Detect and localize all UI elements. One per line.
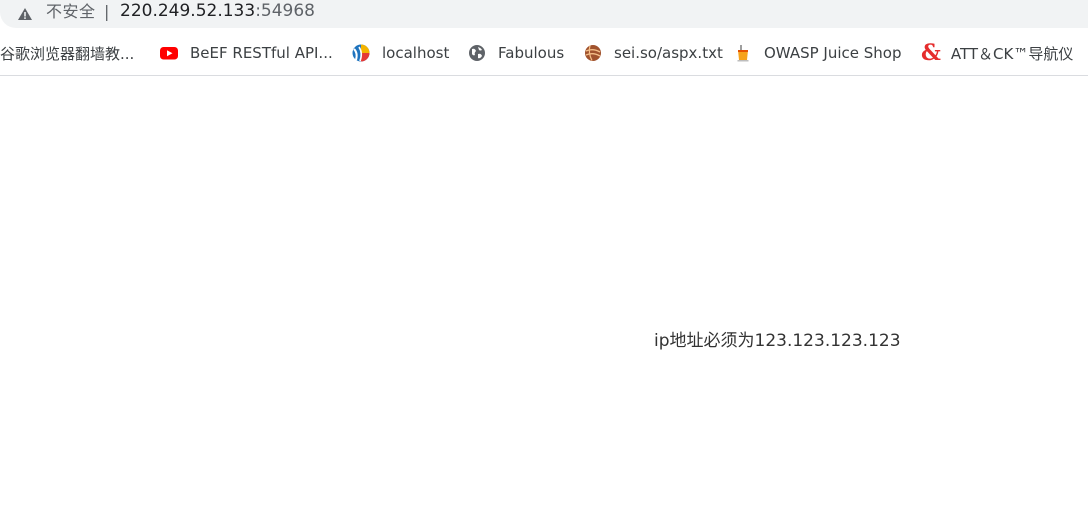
- youtube-icon: [160, 44, 178, 62]
- bookmark-label: sei.so/aspx.txt: [614, 44, 723, 62]
- address-separator: |: [104, 2, 110, 21]
- url-host: 220.249.52.133: [120, 1, 256, 21]
- address-bar[interactable]: 不安全 | 220.249.52.133:54968: [0, 0, 1088, 28]
- bookmark-label: 谷歌浏览器翻墙教...: [0, 44, 135, 63]
- bookmark-label: BeEF RESTful API...: [190, 44, 333, 62]
- bookmark-label: OWASP Juice Shop: [764, 44, 902, 62]
- bookmark-owasp-juice-shop[interactable]: OWASP Juice Shop: [734, 40, 901, 66]
- globe-icon: [468, 44, 486, 62]
- colorful-globe-icon: [352, 44, 370, 62]
- bookmark-chrome-vpn-tutorial[interactable]: 谷歌浏览器翻墙教...: [0, 40, 134, 66]
- bookmark-label: ATT＆CK™导航仪: [950, 44, 1074, 63]
- bookmark-beef-restful-api[interactable]: BeEF RESTful API...: [160, 40, 333, 66]
- bookmark-localhost[interactable]: localhost: [352, 40, 449, 66]
- bookmark-fabulous[interactable]: Fabulous: [468, 40, 564, 66]
- bookmark-attck-navigator[interactable]: & ATT＆CK™导航仪: [921, 40, 1073, 66]
- security-status-label[interactable]: 不安全: [46, 2, 96, 22]
- url-text[interactable]: 220.249.52.133:54968: [120, 1, 315, 21]
- bookmark-label: Fabulous: [498, 44, 565, 62]
- bookmark-label: localhost: [382, 44, 450, 62]
- url-port: :54968: [255, 1, 315, 21]
- page-content: ip地址必须为123.123.123.123: [0, 76, 1088, 512]
- bookmark-sei-so-aspx[interactable]: sei.so/aspx.txt: [584, 40, 723, 66]
- not-secure-warning-icon[interactable]: [17, 6, 33, 22]
- browser-chrome: 不安全 | 220.249.52.133:54968 谷歌浏览器翻墙教... B…: [0, 0, 1088, 76]
- juice-icon: [734, 44, 752, 62]
- bookmarks-bar: 谷歌浏览器翻墙教... BeEF RESTful API... localhos…: [0, 38, 1088, 68]
- orange-ball-icon: [584, 44, 602, 62]
- ip-requirement-message: ip地址必须为123.123.123.123: [654, 331, 901, 351]
- ampersand-icon: &: [921, 40, 941, 66]
